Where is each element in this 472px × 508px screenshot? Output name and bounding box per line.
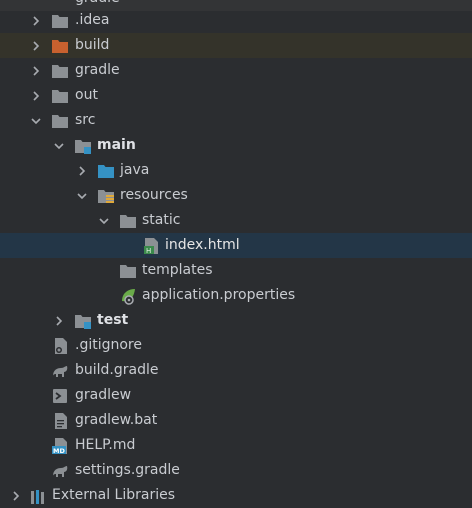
chevron-right-icon[interactable] <box>51 313 67 329</box>
module-folder-icon <box>74 137 92 155</box>
tree-row-gradlew[interactable]: gradlew <box>0 383 472 408</box>
resources-folder-icon <box>97 187 115 205</box>
tree-row-out[interactable]: out <box>0 83 472 108</box>
chevron-right-icon[interactable] <box>28 88 44 104</box>
tree-row-external-libraries[interactable]: External Libraries <box>0 483 472 508</box>
tree-item-label: gradlew.bat <box>75 412 158 428</box>
tree-row-help-md[interactable]: MD HELP.md <box>0 433 472 458</box>
tree-row-gradlew-bat[interactable]: gradlew.bat <box>0 408 472 433</box>
tree-item-label: settings.gradle <box>75 462 180 478</box>
svg-text:H: H <box>146 247 151 255</box>
chevron-right-icon[interactable] <box>28 38 44 54</box>
tree-item-label: build.gradle <box>75 362 159 378</box>
tree-row-resources[interactable]: resources <box>0 183 472 208</box>
html-file-icon: H <box>142 237 160 255</box>
tree-item-label: gradlew <box>75 387 132 403</box>
project-tree: gradle .idea build gradle <box>0 0 472 504</box>
chevron-down-icon[interactable] <box>28 113 44 129</box>
tree-item-label: java <box>120 162 150 178</box>
gitignore-file-icon <box>51 337 69 355</box>
tree-row-idea[interactable]: .idea <box>0 8 472 33</box>
tree-item-label: application.properties <box>142 287 296 303</box>
source-folder-icon <box>97 162 115 180</box>
chevron-right-icon[interactable] <box>74 163 90 179</box>
tree-row-settings-gradle[interactable]: settings.gradle <box>0 458 472 483</box>
tree-item-label: resources <box>120 187 188 203</box>
folder-icon <box>51 112 69 130</box>
tree-row-build[interactable]: build <box>0 33 472 58</box>
tree-item-label: main <box>97 137 136 153</box>
tree-item-label: index.html <box>165 237 240 253</box>
folder-icon <box>51 87 69 105</box>
chevron-down-icon[interactable] <box>51 138 67 154</box>
tree-item-label: test <box>97 312 129 328</box>
tree-item-label: External Libraries <box>52 487 175 503</box>
tree-item-label: HELP.md <box>75 437 136 453</box>
folder-icon <box>51 12 69 30</box>
chevron-right-icon[interactable] <box>28 63 44 79</box>
folder-icon <box>119 262 137 280</box>
tree-row-static[interactable]: static <box>0 208 472 233</box>
module-folder-icon <box>74 312 92 330</box>
gradle-file-icon <box>51 362 69 380</box>
tree-item-label: out <box>75 87 98 103</box>
folder-icon <box>51 62 69 80</box>
chevron-right-icon[interactable] <box>8 488 24 504</box>
libraries-icon <box>29 487 47 505</box>
tree-item-label: .idea <box>75 12 110 28</box>
folder-excluded-icon <box>51 37 69 55</box>
spring-properties-icon <box>119 287 137 305</box>
tree-row-templates[interactable]: templates <box>0 258 472 283</box>
markdown-file-icon: MD <box>51 437 69 455</box>
tree-item-label: src <box>75 112 96 128</box>
tree-item-label: static <box>142 212 181 228</box>
tree-row-test[interactable]: test <box>0 308 472 333</box>
svg-text:MD: MD <box>53 447 65 455</box>
tree-row-java[interactable]: java <box>0 158 472 183</box>
tree-item-label: templates <box>142 262 213 278</box>
tree-item-label: .gitignore <box>75 337 142 353</box>
folder-icon <box>119 212 137 230</box>
tree-row-src[interactable]: src <box>0 108 472 133</box>
gradle-file-icon <box>51 462 69 480</box>
chevron-right-icon[interactable] <box>28 13 44 29</box>
chevron-down-icon[interactable] <box>96 213 112 229</box>
tree-row-build-gradle[interactable]: build.gradle <box>0 358 472 383</box>
tree-item-label: build <box>75 37 110 53</box>
text-file-icon <box>51 412 69 430</box>
shell-script-icon <box>51 387 69 405</box>
tree-row-gitignore[interactable]: .gitignore <box>0 333 472 358</box>
tree-row-application-properties[interactable]: application.properties <box>0 283 472 308</box>
tree-item-label: gradle <box>75 62 120 78</box>
tree-row-main[interactable]: main <box>0 133 472 158</box>
chevron-down-icon[interactable] <box>74 188 90 204</box>
tree-row-gradle[interactable]: gradle <box>0 58 472 83</box>
tree-row-index-html[interactable]: H index.html <box>0 233 472 258</box>
